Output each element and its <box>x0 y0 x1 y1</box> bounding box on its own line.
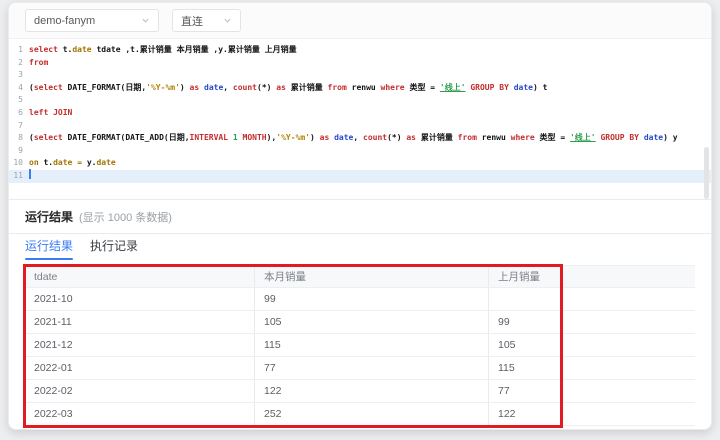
table-cell: 252 <box>255 403 489 425</box>
table-cell: 2021-12 <box>25 334 255 356</box>
table-row[interactable]: 2021-12 115 105 <box>25 334 695 357</box>
datasource-select-value: demo-fanym <box>34 14 96 27</box>
code-line[interactable]: 3 <box>9 69 711 82</box>
code-line[interactable]: 5 <box>9 94 711 107</box>
table-cell: 77 <box>255 357 489 379</box>
code-text: (select DATE_FORMAT(日期,'%Y-%m') as date,… <box>29 82 548 92</box>
table-cell: 122 <box>255 380 489 402</box>
table-cell: 2021-11 <box>25 311 255 333</box>
code-text: on t.date = y.date <box>29 158 116 168</box>
tab-execution-history[interactable]: 执行记录 <box>90 234 138 261</box>
code-text: from <box>29 57 49 67</box>
code-text: select t.date tdate ,t.累计销量 本月销量 ,y.累计销量… <box>29 45 297 54</box>
table-cell: 2022-03 <box>25 403 255 425</box>
line-number: 6 <box>18 107 23 117</box>
table-row[interactable]: 2022-01 77 115 <box>25 357 695 380</box>
code-line[interactable]: 2 from <box>9 57 711 70</box>
table-cell: 105 <box>255 311 489 333</box>
toolbar: demo-fanym 直连 <box>9 3 711 39</box>
table-cell: 77 <box>498 385 510 397</box>
code-line[interactable]: 11 <box>9 169 711 183</box>
table-cell: 99 <box>255 288 489 310</box>
table-cell: 115 <box>255 334 489 356</box>
sql-editor[interactable]: 1 select t.date tdate ,t.累计销量 本月销量 ,y.累计销… <box>9 39 711 199</box>
line-number: 3 <box>18 70 23 80</box>
results-section: 运行结果 (显示 1000 条数据) 运行结果 执行记录 tdate 本月销量 上月销… <box>9 199 711 426</box>
table-cell: 122 <box>498 408 516 420</box>
line-number: 11 <box>13 170 23 180</box>
table-cell: 115 <box>498 362 515 374</box>
chevron-down-icon <box>224 18 231 23</box>
table-cell: 2022-01 <box>25 357 255 379</box>
code-line[interactable]: 4 (select DATE_FORMAT(日期,'%Y-%m') as date… <box>9 82 711 95</box>
chevron-down-icon <box>142 18 149 23</box>
code-text: left JOIN <box>29 107 73 117</box>
datasource-select[interactable]: demo-fanym <box>25 9 159 32</box>
results-tabs: 运行结果 执行记录 <box>9 234 711 261</box>
code-line[interactable]: 1 select t.date tdate ,t.累计销量 本月销量 ,y.累计销… <box>9 44 711 57</box>
results-title: 运行结果 <box>25 210 74 224</box>
line-number: 1 <box>18 45 23 54</box>
line-number: 7 <box>18 120 23 130</box>
results-header: 运行结果 (显示 1000 条数据) <box>9 200 711 234</box>
table-cell: 105 <box>498 339 516 351</box>
table-row[interactable]: 2022-03 252 122 <box>25 403 695 426</box>
results-subtitle: (显示 1000 条数据) <box>79 211 172 224</box>
sql-console-card: demo-fanym 直连 1 select t.date tdate ,t.累计… <box>8 2 712 430</box>
results-table: tdate 本月销量 上月销量 2021-10 99 2021-11 105 99 2021-1… <box>25 265 695 426</box>
table-row[interactable]: 2022-02 122 77 <box>25 380 695 403</box>
line-number: 8 <box>18 133 23 143</box>
table-row[interactable]: 2021-10 99 <box>25 288 695 311</box>
code-line[interactable]: 6 left JOIN <box>9 107 711 120</box>
connection-select-value: 直连 <box>181 15 203 28</box>
line-number: 9 <box>18 145 23 155</box>
table-header-row: tdate 本月销量 上月销量 <box>25 265 695 288</box>
column-header[interactable]: 本月销量 <box>255 266 489 287</box>
code-line[interactable]: 10 on t.date = y.date <box>9 157 711 170</box>
line-number: 2 <box>18 57 23 67</box>
app-background: demo-fanym 直连 1 select t.date tdate ,t.累计… <box>0 0 720 440</box>
code-text <box>29 169 31 183</box>
table-row[interactable]: 2021-11 105 99 <box>25 311 695 334</box>
code-line[interactable]: 7 <box>9 120 711 133</box>
line-number: 10 <box>13 158 23 168</box>
code-line[interactable]: 9 <box>9 145 711 158</box>
column-header[interactable]: tdate <box>25 266 255 287</box>
line-number: 4 <box>18 82 23 92</box>
table-cell: 2022-02 <box>25 380 255 402</box>
text-cursor <box>29 169 31 180</box>
code-line[interactable]: 8 (select DATE_FORMAT(DATE_ADD(日期,INTERVA… <box>9 132 711 145</box>
column-header[interactable]: 上月销量 <box>489 266 695 287</box>
table-cell: 99 <box>498 316 510 328</box>
connection-select[interactable]: 直连 <box>172 9 241 32</box>
table-cell <box>489 288 695 310</box>
line-number: 5 <box>18 95 23 105</box>
tab-run-results[interactable]: 运行结果 <box>25 234 74 261</box>
code-text: (select DATE_FORMAT(DATE_ADD(日期,INTERVAL… <box>29 133 678 143</box>
table-cell: 2021-10 <box>25 288 255 310</box>
editor-scrollbar[interactable] <box>704 147 709 199</box>
